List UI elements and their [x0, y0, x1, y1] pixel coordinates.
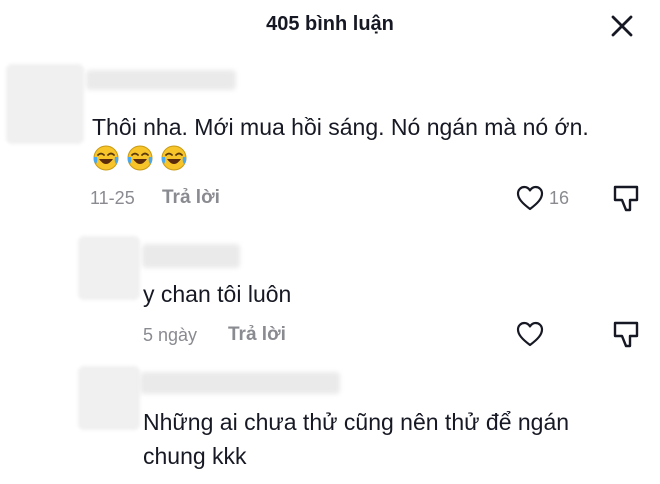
comments-header: 405 bình luận	[0, 0, 660, 52]
heart-outline-icon[interactable]	[516, 185, 544, 216]
comment-text: y chan tôi luôn	[143, 281, 292, 307]
username[interactable]	[140, 372, 340, 394]
avatar[interactable]	[78, 236, 140, 300]
thumbs-down-icon[interactable]	[612, 184, 640, 219]
comment-date: 5 ngày	[143, 325, 198, 345]
comment-date: 11-25	[90, 188, 135, 208]
comment-text-line-1: Những ai chưa thử cũng nên thử để ngán	[143, 409, 570, 435]
comment-text-line-2: chung kkk	[143, 443, 247, 469]
emoji-row	[92, 144, 188, 172]
like-count: 16	[549, 188, 570, 208]
username[interactable]	[86, 70, 236, 90]
laughing-tears-emoji-icon	[127, 145, 153, 171]
reply-button[interactable]: Trả lời	[162, 187, 220, 209]
close-icon[interactable]	[608, 12, 636, 40]
avatar[interactable]	[78, 366, 140, 430]
heart-outline-icon[interactable]	[516, 321, 544, 352]
thumbs-down-icon[interactable]	[612, 320, 640, 355]
comments-count-title: 405 bình luận	[266, 13, 394, 35]
username[interactable]	[142, 244, 240, 268]
reply-button[interactable]: Trả lời	[228, 324, 286, 346]
comment-text: Thôi nha. Mới mua hồi sáng. Nó ngán mà n…	[92, 114, 589, 140]
avatar[interactable]	[6, 64, 84, 144]
laughing-tears-emoji-icon	[93, 145, 119, 171]
laughing-tears-emoji-icon	[161, 145, 187, 171]
